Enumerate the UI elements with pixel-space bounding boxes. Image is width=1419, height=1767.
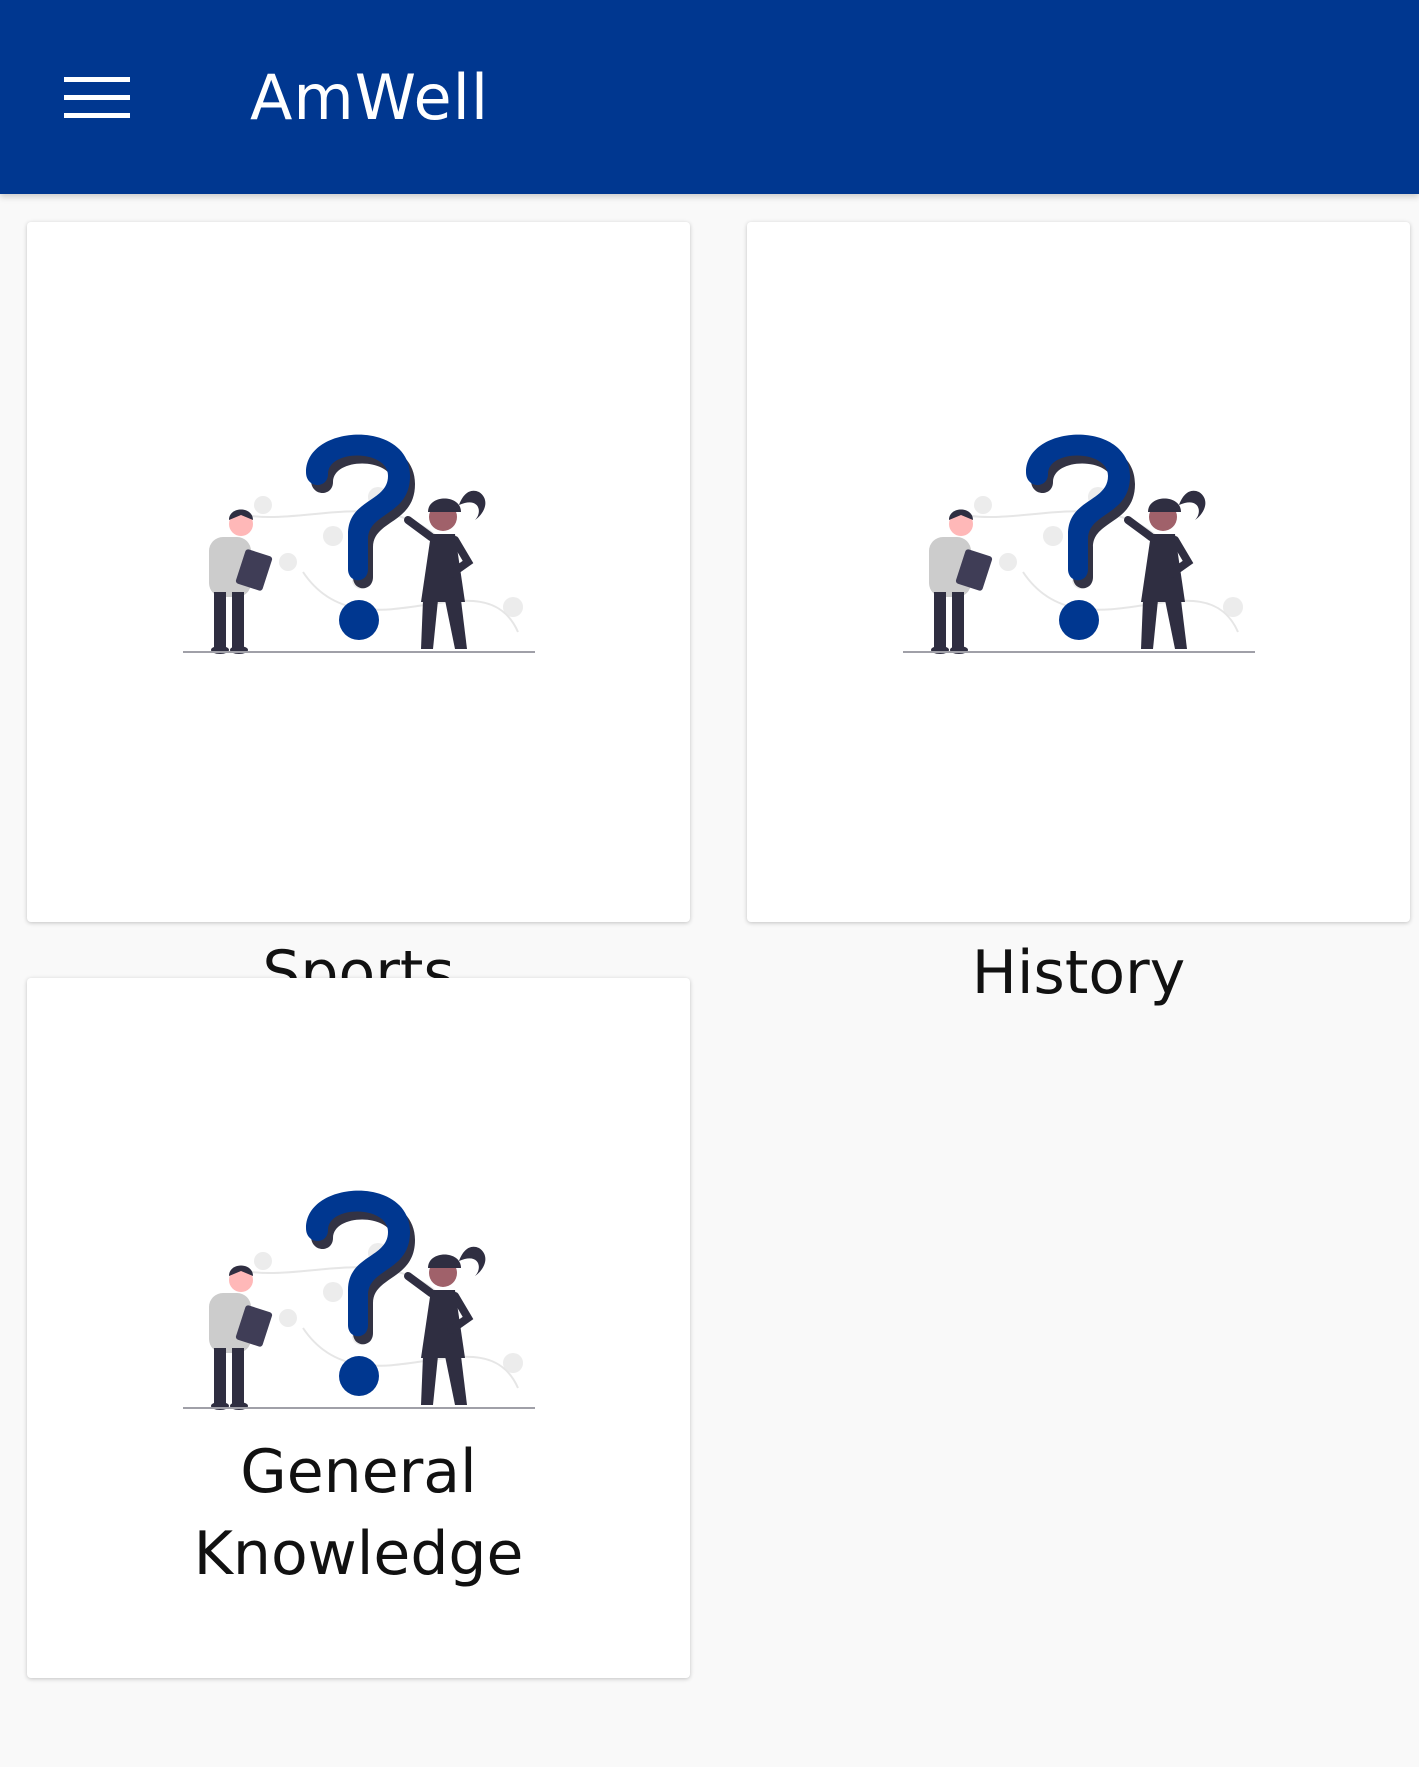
menu-button[interactable] xyxy=(50,55,144,139)
hamburger-menu-icon xyxy=(64,76,130,82)
hamburger-menu-icon-line xyxy=(64,94,130,100)
question-mark-people-illustration xyxy=(183,434,535,654)
category-label: History xyxy=(971,938,1186,1008)
app-bar: AmWell xyxy=(0,0,1419,194)
category-label-line-2: Knowledge xyxy=(193,1519,524,1589)
category-label-line-1: General xyxy=(240,1437,477,1507)
category-card-sports[interactable]: Sports xyxy=(27,222,690,1008)
category-card-history[interactable]: History xyxy=(747,222,1410,1008)
app-title: AmWell xyxy=(250,61,490,134)
hamburger-menu-icon-line xyxy=(64,112,130,118)
category-card-general-knowledge[interactable]: General Knowledge xyxy=(27,978,690,1678)
question-mark-people-illustration xyxy=(903,434,1255,654)
question-mark-people-illustration xyxy=(183,1190,535,1410)
